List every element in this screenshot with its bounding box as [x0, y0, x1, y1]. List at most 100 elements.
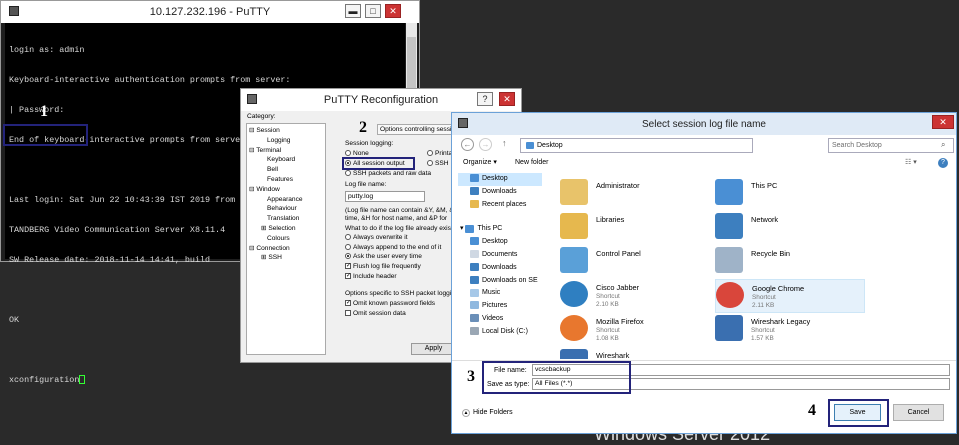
tree-item-bell[interactable]: Bell: [249, 165, 323, 175]
checkbox-flush[interactable]: ✓ Flush log file frequently: [345, 263, 421, 270]
logfile-help-1: (Log file name can contain &Y, &M, &: [345, 207, 454, 214]
nav-item-local-disk[interactable]: Local Disk (C:): [458, 326, 542, 339]
radio-overwrite[interactable]: Always overwrite it: [345, 234, 408, 241]
control-panel-icon: [560, 247, 588, 273]
step1-label: 1: [40, 103, 48, 120]
logfile-input[interactable]: putty.log: [345, 191, 425, 202]
close-button[interactable]: ✕: [499, 92, 515, 106]
list-item[interactable]: Administrator: [560, 177, 710, 211]
radio-ssh-packets-raw[interactable]: SSH packets and raw data: [345, 170, 431, 177]
tree-item-appearance[interactable]: Appearance: [249, 195, 323, 205]
tree-item-logging[interactable]: Logging: [249, 136, 323, 146]
help-icon[interactable]: ?: [938, 158, 948, 168]
tree-item-features[interactable]: Features: [249, 175, 323, 185]
cancel-button[interactable]: Cancel: [893, 404, 944, 421]
close-button[interactable]: ✕: [385, 4, 401, 18]
radio-ssh[interactable]: SSH: [427, 160, 449, 167]
list-item[interactable]: Wireshark: [560, 347, 710, 359]
tree-item-ssh[interactable]: ⊞ SSH: [249, 253, 323, 263]
list-item[interactable]: Libraries: [560, 211, 710, 245]
list-item[interactable]: Network: [715, 211, 865, 245]
radio-none[interactable]: None: [345, 150, 369, 157]
address-bar[interactable]: Desktop: [520, 138, 753, 153]
ssh-options-label: Options specific to SSH packet loggi: [345, 290, 452, 297]
dialog-toolbar: Organize ▾ New folder ☷ ▾ ?: [457, 155, 951, 173]
checkbox-omit-passwords[interactable]: ✓ Omit known password fields: [345, 300, 435, 307]
hide-folders-toggle[interactable]: ▲ Hide Folders: [462, 409, 513, 417]
nav-item-desktop[interactable]: Desktop: [458, 173, 542, 186]
tree-item-connection[interactable]: ⊟ Connection: [249, 244, 323, 254]
tree-item-translation[interactable]: Translation: [249, 214, 323, 224]
tree-item-window[interactable]: ⊟ Window: [249, 185, 323, 195]
radio-append[interactable]: Always append to the end of it: [345, 244, 441, 251]
reconfig-titlebar[interactable]: PuTTY Reconfiguration ? ✕: [241, 89, 521, 111]
nav-item-recent-places[interactable]: Recent places: [458, 199, 542, 212]
chrome-icon: [716, 282, 744, 308]
nav-item-this-pc[interactable]: ▾ This PC: [458, 223, 542, 236]
step1-highlight: [3, 124, 88, 146]
list-item[interactable]: Recycle Bin: [715, 245, 865, 279]
tree-item-keyboard[interactable]: Keyboard: [249, 155, 323, 165]
view-options-icon[interactable]: ☷ ▾: [905, 155, 917, 171]
terminal-cursor: [79, 375, 86, 385]
recycle-bin-icon: [715, 247, 743, 273]
category-tree[interactable]: ⊟ Session Logging ⊟ Terminal Keyboard Be…: [246, 123, 326, 355]
nav-item-pc-downloads[interactable]: Downloads: [458, 262, 542, 275]
nav-item-music[interactable]: Music: [458, 287, 542, 300]
organize-menu[interactable]: Organize ▾: [463, 155, 497, 171]
step4-highlight: [828, 399, 889, 427]
search-icon: ⌕: [941, 140, 946, 149]
nav-item-downloads-se[interactable]: Downloads on SE: [458, 275, 542, 288]
list-item[interactable]: Mozilla Firefox Shortcut 1.08 KB: [560, 313, 710, 347]
wireshark-icon: [560, 349, 588, 359]
dialog-app-icon: [458, 118, 468, 128]
putty-title: 10.127.232.196 - PuTTY: [149, 6, 271, 18]
putty-titlebar[interactable]: 10.127.232.196 - PuTTY ▬ □ ✕: [1, 1, 419, 23]
tree-item-terminal[interactable]: ⊟ Terminal: [249, 146, 323, 156]
tree-item-selection[interactable]: ⊞ Selection: [249, 224, 323, 234]
list-item[interactable]: This PC: [715, 177, 865, 211]
nav-item-pictures[interactable]: Pictures: [458, 300, 542, 313]
navigation-bar: ← → ↑ Desktop Search Desktop ⌕: [457, 134, 954, 154]
back-arrow-icon[interactable]: ←: [461, 138, 474, 151]
nav-item-pc-desktop[interactable]: Desktop: [458, 236, 542, 249]
help-button[interactable]: ?: [477, 92, 493, 106]
file-grid[interactable]: Administrator This PC Libraries Network …: [560, 173, 950, 359]
computer-icon: [715, 179, 743, 205]
checkbox-omit-session-data[interactable]: Omit session data: [345, 310, 406, 317]
checkbox-include-header[interactable]: ✓ Include header: [345, 273, 397, 280]
tree-item-session[interactable]: ⊟ Session: [249, 126, 323, 136]
panel-header: Options controlling session: [377, 124, 462, 135]
search-input[interactable]: Search Desktop: [828, 138, 954, 153]
user-folder-icon: [560, 179, 588, 205]
nav-item-downloads[interactable]: Downloads: [458, 186, 542, 199]
step2-label: 2: [359, 119, 367, 136]
dialog-titlebar[interactable]: Select session log file name ✕: [452, 113, 956, 135]
list-item[interactable]: Google Chrome Shortcut 2.11 KB: [715, 279, 865, 313]
list-item[interactable]: Control Panel: [560, 245, 710, 279]
list-item[interactable]: Wireshark Legacy Shortcut 1.57 KB: [715, 313, 865, 347]
nav-item-documents[interactable]: Documents: [458, 249, 542, 262]
file-exists-label: What to do if the log file already exist: [345, 225, 453, 232]
new-folder-button[interactable]: New folder: [515, 155, 548, 171]
tree-item-behaviour[interactable]: Behaviour: [249, 204, 323, 214]
list-item[interactable]: Cisco Jabber Shortcut 2.10 KB: [560, 279, 710, 313]
reconfig-app-icon: [247, 94, 257, 104]
apply-button[interactable]: Apply: [411, 343, 456, 355]
nav-item-videos[interactable]: Videos: [458, 313, 542, 326]
folder-icon: [526, 141, 534, 149]
close-button[interactable]: ✕: [932, 115, 954, 129]
up-arrow-icon[interactable]: ↑: [502, 138, 507, 148]
cisco-jabber-icon: [560, 281, 588, 307]
maximize-button[interactable]: □: [365, 4, 381, 18]
forward-arrow-icon[interactable]: →: [479, 138, 492, 151]
tree-item-colours[interactable]: Colours: [249, 234, 323, 244]
radio-printable[interactable]: Printa: [427, 150, 452, 157]
radio-ask[interactable]: Ask the user every time: [345, 253, 422, 260]
step4-label: 4: [808, 402, 816, 419]
firefox-icon: [560, 315, 588, 341]
minimize-button[interactable]: ▬: [345, 4, 361, 18]
category-label: Category:: [247, 113, 276, 120]
session-logging-label: Session logging:: [345, 140, 394, 147]
